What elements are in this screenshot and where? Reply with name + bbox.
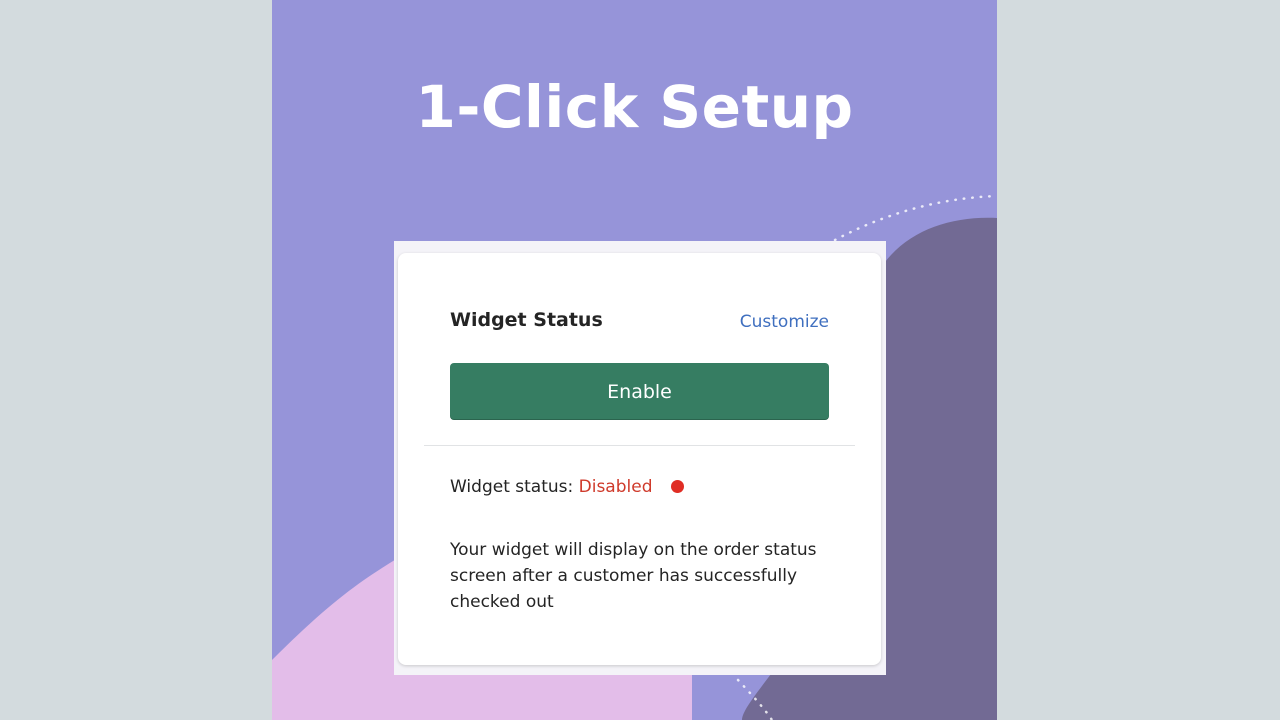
widget-status-card: Widget Status Customize Enable Widget st…: [398, 253, 881, 665]
divider: [424, 445, 855, 446]
enable-button[interactable]: Enable: [450, 363, 829, 420]
hero-title: 1-Click Setup: [415, 73, 854, 141]
widget-status-line: Widget status: Disabled: [450, 477, 653, 497]
customize-link[interactable]: Customize: [740, 312, 829, 332]
status-label: Widget status:: [450, 477, 574, 497]
widget-description: Your widget will display on the order st…: [450, 540, 817, 612]
card-title: Widget Status: [450, 309, 603, 331]
red-dot-icon: [671, 480, 684, 493]
status-value: Disabled: [578, 477, 653, 497]
